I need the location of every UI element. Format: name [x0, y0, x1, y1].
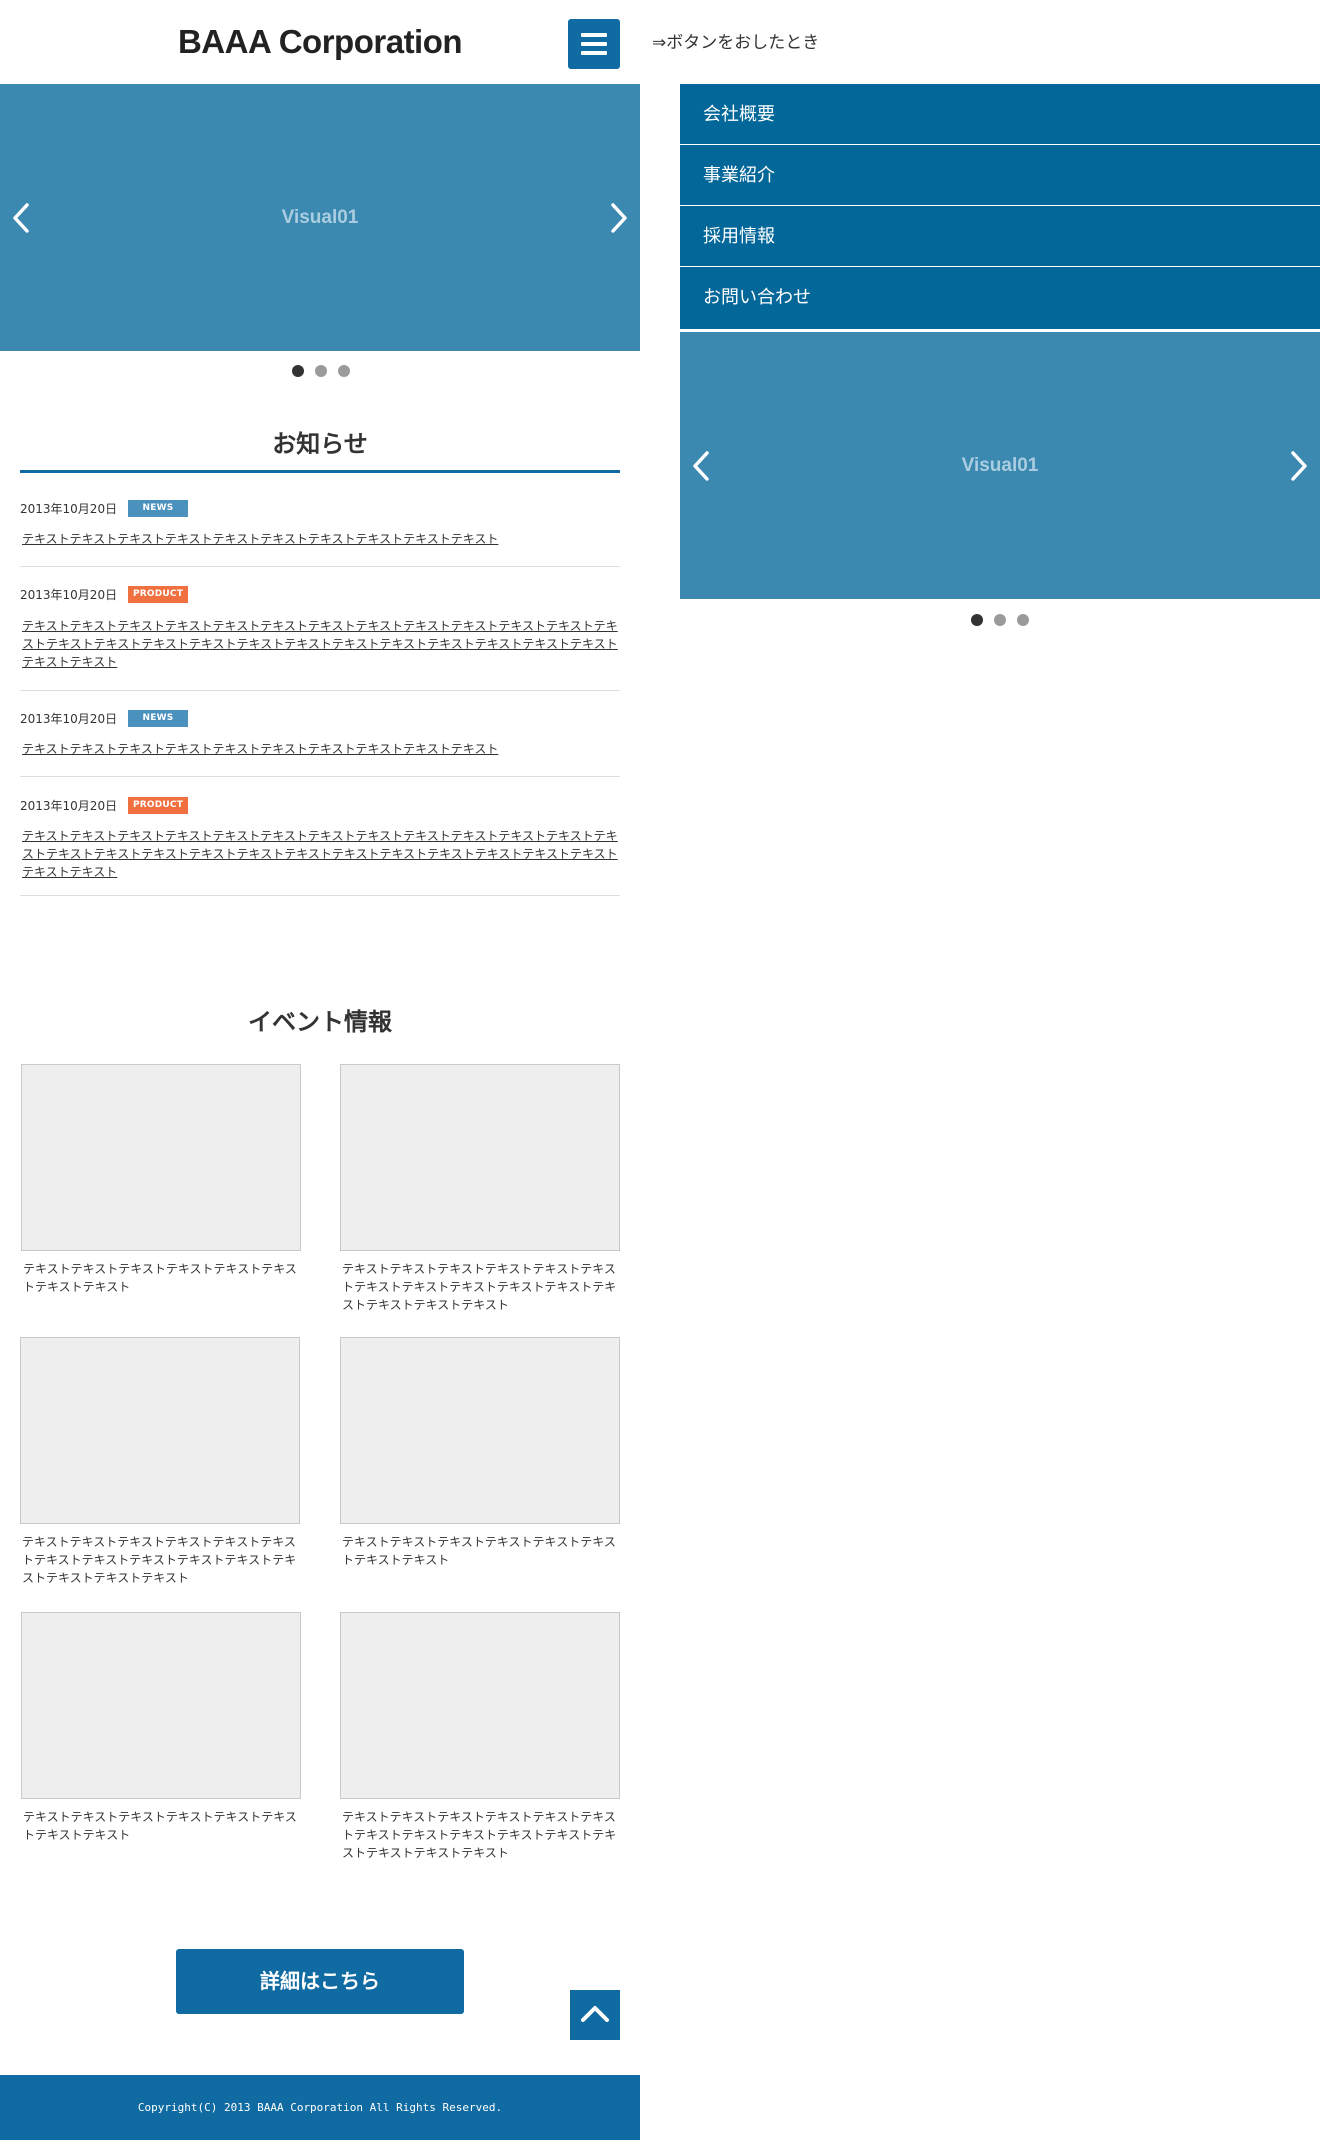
news-link[interactable]: テキストテキストテキストテキストテキストテキストテキストテキストテキストテキスト…: [22, 827, 618, 881]
slide-label: Visual01: [961, 454, 1039, 476]
menu-item-business[interactable]: 事業紹介: [680, 145, 1320, 206]
copyright-text: Copyright(C) 2013 BAAA Corporation All R…: [137, 2101, 503, 2114]
news-title-underline: [20, 470, 620, 473]
news-item: 2013年10月20日 PRODUCT テキストテキストテキストテキストテキスト…: [20, 797, 620, 896]
menu-icon-bar: [581, 51, 607, 55]
slide-label: Visual01: [281, 206, 359, 228]
event-image-placeholder[interactable]: [20, 1337, 300, 1524]
event-text: テキストテキストテキストテキストテキストテキストテキストテキストテキストテキスト…: [342, 1262, 617, 1312]
events-section-title: イベント情報: [248, 1008, 392, 1036]
slider-dot[interactable]: [315, 365, 327, 377]
state-caption: ⇒ボタンをおしたとき: [652, 33, 820, 53]
menu-icon-bar: [581, 42, 607, 46]
chevron-up-icon: [581, 2006, 609, 2022]
slider-dot[interactable]: [971, 614, 983, 626]
detail-button[interactable]: 詳細はこちら: [176, 1949, 464, 2014]
event-image-placeholder[interactable]: [340, 1064, 620, 1251]
screenshot-canvas: BAAA Corporation Visual01 お知らせ 2013年10月2…: [0, 0, 1320, 2140]
menu-item-recruit[interactable]: 採用情報: [680, 206, 1320, 267]
chevron-left-icon[interactable]: [686, 446, 716, 486]
site-footer: Copyright(C) 2013 BAAA Corporation All R…: [0, 2075, 640, 2140]
news-tag: NEWS: [128, 500, 188, 517]
slider-pagination: [292, 365, 352, 379]
event-image-placeholder[interactable]: [340, 1612, 620, 1799]
news-date: 2013年10月20日: [20, 588, 118, 602]
event-image-placeholder[interactable]: [21, 1064, 301, 1251]
event-text: テキストテキストテキストテキストテキストテキストテキストテキスト: [23, 1810, 297, 1842]
slider-dot[interactable]: [292, 365, 304, 377]
event-text: テキストテキストテキストテキストテキストテキストテキストテキストテキストテキスト…: [22, 1535, 297, 1585]
hero-slider-menu-state: Visual01: [680, 332, 1320, 599]
event-text: テキストテキストテキストテキストテキストテキストテキストテキスト: [23, 1262, 297, 1294]
news-item: 2013年10月20日 NEWS テキストテキストテキストテキストテキストテキス…: [20, 500, 620, 567]
event-image-placeholder[interactable]: [21, 1612, 301, 1799]
news-date: 2013年10月20日: [20, 799, 118, 813]
slider-dot[interactable]: [994, 614, 1006, 626]
hero-slider: Visual01: [0, 84, 640, 351]
news-link[interactable]: テキストテキストテキストテキストテキストテキストテキストテキストテキストテキスト…: [22, 617, 618, 671]
news-tag: PRODUCT: [128, 797, 188, 814]
menu-icon-bar: [581, 33, 607, 37]
mobile-page: BAAA Corporation Visual01 お知らせ 2013年10月2…: [0, 0, 640, 2140]
news-tag: NEWS: [128, 710, 188, 727]
site-header: BAAA Corporation: [0, 0, 640, 84]
menu-item-contact[interactable]: お問い合わせ: [680, 267, 1320, 329]
chevron-right-icon[interactable]: [604, 198, 634, 238]
slider-pagination: [971, 614, 1031, 628]
news-section-title: お知らせ: [272, 430, 368, 458]
news-item: 2013年10月20日 PRODUCT テキストテキストテキストテキストテキスト…: [20, 586, 620, 691]
chevron-right-icon[interactable]: [1284, 446, 1314, 486]
site-logo[interactable]: BAAA Corporation: [0, 0, 640, 84]
open-menu-panel: 会社概要 事業紹介 採用情報 お問い合わせ: [680, 84, 1320, 329]
back-to-top-button[interactable]: [570, 1990, 620, 2040]
news-item: 2013年10月20日 NEWS テキストテキストテキストテキストテキストテキス…: [20, 710, 620, 777]
news-date: 2013年10月20日: [20, 712, 118, 726]
slider-dot[interactable]: [338, 365, 350, 377]
chevron-left-icon[interactable]: [6, 198, 36, 238]
news-date: 2013年10月20日: [20, 502, 118, 516]
event-text: テキストテキストテキストテキストテキストテキストテキストテキスト: [342, 1535, 616, 1567]
hamburger-menu-button[interactable]: [568, 19, 620, 69]
news-link[interactable]: テキストテキストテキストテキストテキストテキストテキストテキストテキストテキスト: [22, 530, 618, 548]
news-link[interactable]: テキストテキストテキストテキストテキストテキストテキストテキストテキストテキスト: [22, 740, 618, 758]
menu-item-company[interactable]: 会社概要: [680, 84, 1320, 145]
news-tag: PRODUCT: [128, 586, 188, 603]
slider-dot[interactable]: [1017, 614, 1029, 626]
event-image-placeholder[interactable]: [340, 1337, 620, 1524]
event-text: テキストテキストテキストテキストテキストテキストテキストテキストテキストテキスト…: [342, 1810, 617, 1860]
